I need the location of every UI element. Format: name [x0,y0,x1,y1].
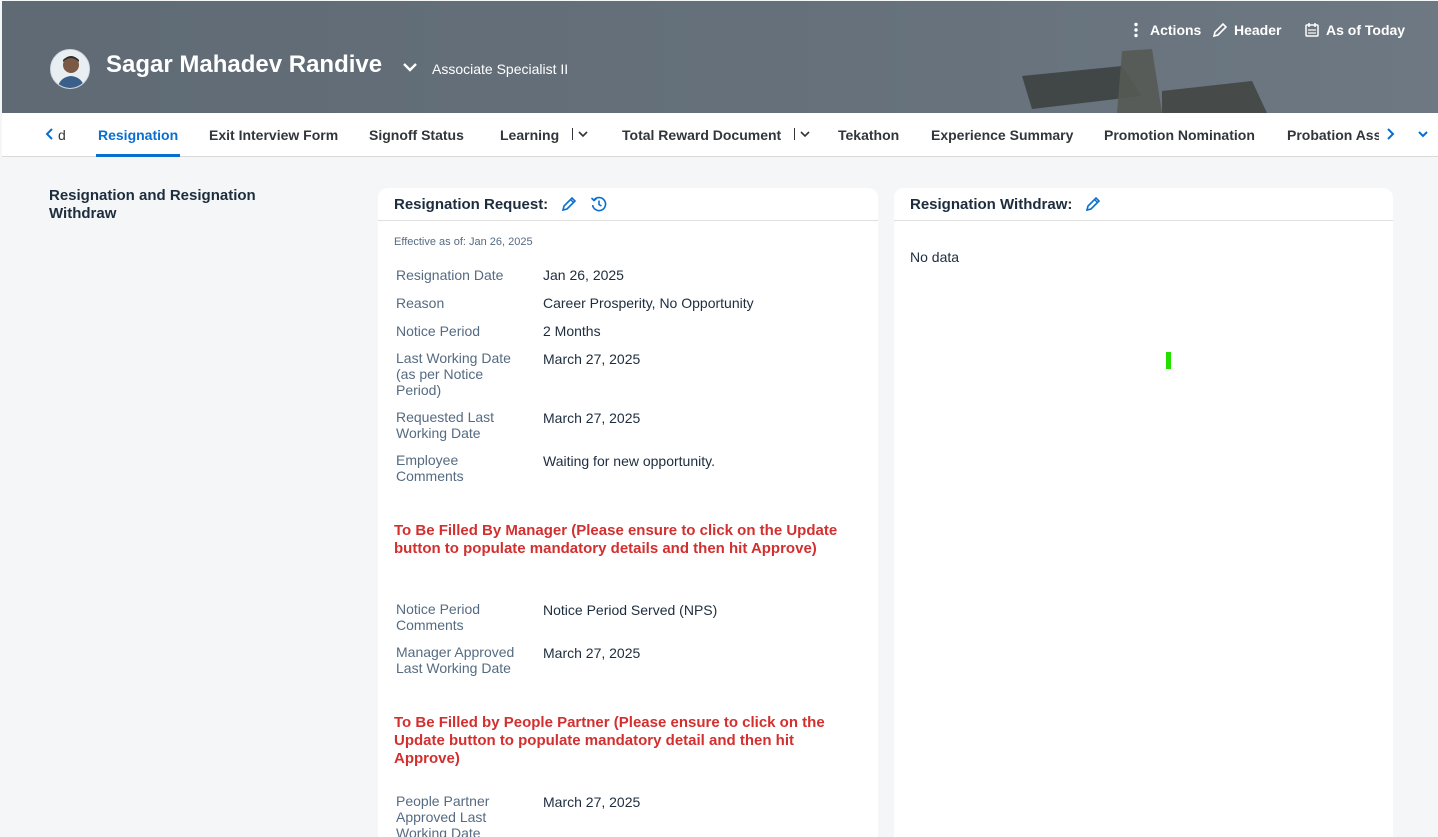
tab-separator [572,128,573,140]
tab-exit-interview-form[interactable]: Exit Interview Form [209,113,338,157]
avatar[interactable] [50,49,90,89]
card-header: Resignation Request: [378,188,878,221]
chevron-down-icon[interactable] [799,128,811,140]
employee-title: Associate Specialist II [432,61,569,77]
field-label: Requested Last Working Date [396,409,495,441]
profile-header: Sagar Mahadev Randive Associate Speciali… [2,1,1438,113]
field-label: People Partner Approved Last Working Dat… [396,793,490,837]
field-value: Waiting for new opportunity. [543,453,715,469]
no-data-text: No data [910,249,960,265]
tab-partial[interactable]: d [58,113,66,157]
more-vertical-icon [1134,22,1138,38]
tab-experience-summary[interactable]: Experience Summary [931,113,1073,157]
manager-instruction-note: To Be Filled By Manager (Please ensure t… [394,522,838,557]
tab-promotion-nomination[interactable]: Promotion Nomination [1104,113,1255,157]
overflow-chevron-down-icon[interactable] [1416,126,1430,142]
field-label: Last Working Date (as per Notice Period) [396,350,511,398]
field-label: Notice Period Comments [396,601,481,633]
as-of-today-button[interactable]: As of Today [1304,19,1405,41]
section-title: Resignation and Resignation Withdraw [49,187,256,222]
card-title: Resignation Withdraw: [910,195,1073,213]
field-label: Resignation Date [396,267,504,283]
field-value: 2 Months [543,323,601,339]
as-of-today-label: As of Today [1326,22,1406,38]
field-value: March 27, 2025 [543,410,641,426]
chevron-down-icon[interactable] [577,128,589,140]
employee-name[interactable]: Sagar Mahadev Randive [106,51,382,79]
edit-header-button[interactable]: Header [1212,19,1281,41]
chevron-down-icon[interactable] [402,61,418,73]
field-value: March 27, 2025 [543,645,641,661]
field-value: Notice Period Served (NPS) [543,602,718,618]
resignation-request-card: Resignation Request: Effective as of: Ja… [378,188,878,837]
calendar-icon [1305,23,1319,37]
chevron-left-icon[interactable] [42,126,56,142]
field-label: Employee Comments [396,452,464,484]
field-value: Career Prosperity, No Opportunity [543,295,754,311]
tab-probation-assessment[interactable]: Probation Ass [1287,113,1379,157]
actions-button[interactable]: Actions [1128,19,1201,41]
pencil-icon [1212,22,1228,38]
effective-date: Effective as of: Jan 26, 2025 [394,236,533,248]
card-title: Resignation Request: [394,195,549,213]
field-value: Jan 26, 2025 [543,267,624,283]
people-partner-instruction-note: To Be Filled by People Partner (Please e… [394,714,825,767]
edit-pencil-icon[interactable] [560,195,578,213]
tab-signoff-status[interactable]: Signoff Status [369,113,464,157]
edit-pencil-icon[interactable] [1084,195,1102,213]
tab-learning[interactable]: Learning [500,113,559,157]
actions-label: Actions [1150,22,1202,38]
tab-bar: d Resignation Exit Interview Form Signof… [2,113,1438,157]
tab-total-reward-document[interactable]: Total Reward Document [622,113,781,157]
header-label: Header [1234,22,1282,38]
tab-resignation[interactable]: Resignation [95,113,181,157]
cursor-marker [1166,352,1171,369]
chevron-right-icon[interactable] [1383,126,1397,142]
resignation-withdraw-card: Resignation Withdraw: No data [894,188,1393,837]
field-value: March 27, 2025 [543,794,641,810]
history-icon[interactable] [590,195,608,213]
tab-separator [794,128,795,140]
tab-tekathon[interactable]: Tekathon [838,113,899,157]
field-label: Reason [396,295,445,311]
field-label: Notice Period [396,323,481,339]
field-value: March 27, 2025 [543,351,641,367]
card-header: Resignation Withdraw: [894,188,1393,221]
field-label: Manager Approved Last Working Date [396,644,515,676]
